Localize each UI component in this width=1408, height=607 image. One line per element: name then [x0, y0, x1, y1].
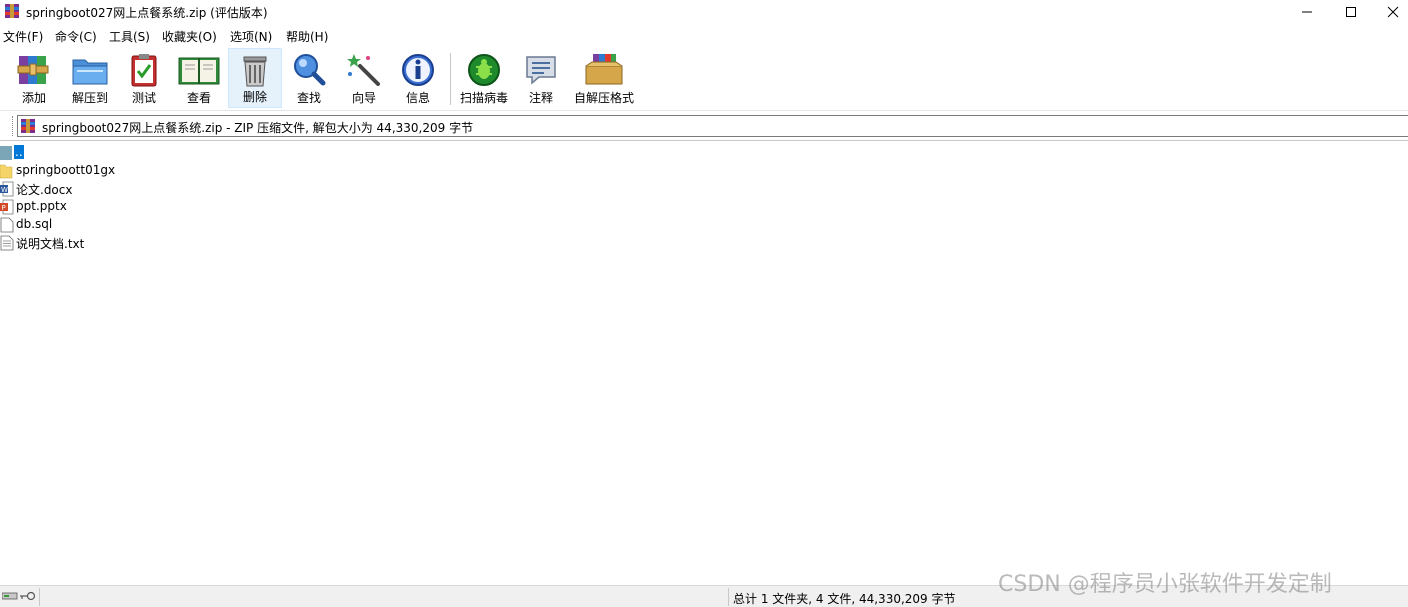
address-grip[interactable] [12, 116, 15, 136]
toolbar-view-button[interactable]: 查看 [172, 48, 226, 108]
powerpoint-icon: P [0, 199, 14, 215]
sfx-box-icon [585, 54, 623, 85]
drive-icon[interactable] [2, 591, 18, 601]
file-list[interactable]: .. springboott01gx W 论文.docx P ppt.pptx … [0, 144, 1408, 583]
status-divider [39, 588, 40, 606]
folder-icon [0, 164, 13, 179]
menu-commands[interactable]: 命令(C) [55, 28, 97, 45]
svg-text:W: W [1, 186, 8, 194]
maximize-icon [1346, 7, 1356, 17]
watermark: CSDN @程序员小张软件开发定制 [998, 572, 1332, 597]
winrar-app-icon[interactable] [4, 3, 20, 19]
blank-file-icon [0, 217, 14, 233]
folder-extract-icon [72, 59, 108, 85]
toolbar-find-button[interactable]: 查找 [284, 48, 334, 108]
magic-wand-icon [347, 54, 380, 86]
menu-tools[interactable]: 工具(S) [109, 28, 150, 45]
toolbar-find-label: 查找 [296, 91, 321, 105]
toolbar-extract-button[interactable]: 解压到 [62, 48, 118, 108]
magnifier-find-icon [294, 54, 326, 86]
toolbar-scan-button[interactable]: 扫描病毒 [456, 48, 512, 108]
maximize-button[interactable] [1328, 0, 1374, 24]
toolbar-comment-label: 注释 [528, 91, 553, 105]
parent-folder-icon [0, 146, 12, 160]
file-name-pptx: ppt.pptx [16, 199, 67, 213]
file-name-txt: 说明文档.txt [16, 237, 85, 251]
toolbar-separator [450, 53, 451, 105]
toolbar-wizard-label: 向导 [351, 91, 376, 105]
address-text: springboot027网上点餐系统.zip - ZIP 压缩文件, 解包大小… [42, 121, 474, 135]
winrar-add-icon [17, 56, 49, 84]
info-icon [402, 54, 434, 86]
toolbar-extract-label: 解压到 [71, 91, 108, 105]
menu-help[interactable]: 帮助(H) [286, 28, 328, 45]
comment-icon [526, 56, 556, 85]
toolbar-info-label: 信息 [405, 91, 430, 105]
toolbar-test-button[interactable]: 测试 [120, 48, 168, 108]
file-name-folder: springboott01gx [16, 163, 116, 177]
minimize-icon [1302, 11, 1312, 13]
text-file-icon [0, 235, 14, 251]
toolbar-test-label: 测试 [131, 91, 156, 105]
virus-scan-icon [468, 54, 500, 86]
menu-favorites[interactable]: 收藏夹(O) [162, 28, 217, 45]
clipboard-test-icon [131, 54, 157, 87]
archive-icon [21, 119, 35, 133]
toolbar-info-button[interactable]: 信息 [394, 48, 442, 108]
trash-delete-icon [243, 56, 267, 87]
menu-bar: 文件(F) 命令(C) 工具(S) 收藏夹(O) 选项(N) 帮助(H) [0, 25, 1408, 45]
toolbar-comment-button[interactable]: 注释 [518, 48, 564, 108]
file-name-docx: 论文.docx [16, 183, 73, 197]
close-icon [1387, 6, 1399, 18]
svg-text:P: P [2, 204, 6, 212]
address-field[interactable]: springboot027网上点餐系统.zip - ZIP 压缩文件, 解包大小… [17, 115, 1408, 137]
toolbar-delete-button[interactable]: 删除 [228, 48, 282, 108]
toolbar-scan-label: 扫描病毒 [459, 91, 508, 105]
toolbar-delete-label: 删除 [242, 90, 267, 104]
book-view-icon [178, 57, 220, 85]
toolbar-add-button[interactable]: 添加 [10, 48, 58, 108]
close-button[interactable] [1370, 0, 1408, 24]
minimize-button[interactable] [1284, 0, 1330, 24]
toolbar-wizard-button[interactable]: 向导 [338, 48, 390, 108]
status-summary: 总计 1 文件夹, 4 文件, 44,330,209 字节 [733, 592, 956, 606]
address-bar: springboot027网上点餐系统.zip - ZIP 压缩文件, 解包大小… [0, 112, 1408, 141]
menu-options[interactable]: 选项(N) [230, 28, 272, 45]
title-bar: springboot027网上点餐系统.zip (评估版本) [0, 0, 1408, 24]
toolbar: 添加 解压到 测试 查看 删除 查找 向导 信息 扫描病毒 注释 自解压格式 [0, 45, 1408, 111]
toolbar-sfx-button[interactable]: 自解压格式 [570, 48, 638, 108]
menu-file[interactable]: 文件(F) [3, 28, 43, 45]
toolbar-sfx-label: 自解压格式 [573, 91, 634, 105]
key-icon[interactable] [19, 591, 37, 601]
word-document-icon: W [0, 181, 14, 197]
file-name-sql: db.sql [16, 217, 53, 231]
file-name-parent: .. [14, 145, 24, 159]
status-divider [728, 588, 729, 606]
toolbar-add-label: 添加 [21, 91, 46, 105]
toolbar-view-label: 查看 [186, 91, 211, 105]
window-title: springboot027网上点餐系统.zip (评估版本) [26, 6, 268, 20]
